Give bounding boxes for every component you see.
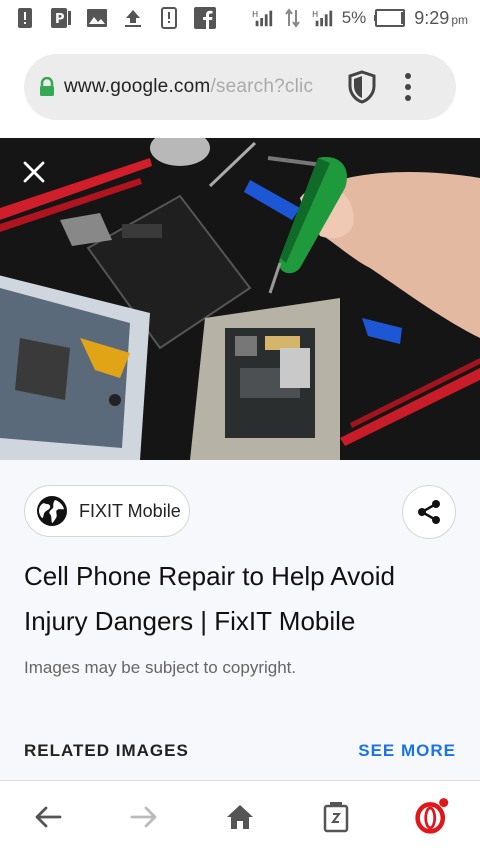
- result-title-line-2: Injury Dangers | FixIT Mobile: [24, 606, 356, 636]
- url-path: /search?clic: [210, 76, 314, 97]
- image-details-card: FIXIT Mobile Cell Phone Repair to Help A…: [0, 460, 480, 780]
- url-domain: www.google.com: [64, 76, 211, 97]
- clock-time: 9:29: [414, 7, 450, 28]
- see-more-link[interactable]: SEE MORE: [358, 741, 456, 761]
- alert-icon: [14, 7, 36, 29]
- source-chip[interactable]: FIXIT Mobile: [24, 485, 190, 537]
- upload-icon: [122, 7, 144, 29]
- tabs-icon[interactable]: [318, 799, 354, 835]
- globe-icon: [37, 496, 67, 526]
- svg-text:P: P: [55, 12, 65, 27]
- phone-alert-icon: [158, 7, 180, 29]
- share-button[interactable]: [402, 485, 456, 539]
- signal-h-icon: H: [252, 7, 274, 29]
- repair-photo: [0, 138, 480, 460]
- bottom-navigation: [0, 781, 480, 854]
- back-icon[interactable]: [30, 799, 66, 835]
- close-icon[interactable]: [22, 160, 46, 184]
- clock-suffix: pm: [451, 12, 468, 27]
- clock: 9:29 pm: [414, 8, 468, 29]
- related-images-heading: RELATED IMAGES: [24, 741, 189, 760]
- data-arrows-icon: [282, 7, 304, 29]
- share-icon: [418, 500, 440, 524]
- lock-icon: [40, 77, 54, 96]
- image-icon: [86, 7, 108, 29]
- facebook-icon: [194, 7, 216, 29]
- source-label: FIXIT Mobile: [79, 500, 181, 521]
- forward-icon[interactable]: [126, 799, 162, 835]
- copyright-note: Images may be subject to copyright.: [24, 658, 297, 677]
- address-bar[interactable]: www.google.com/search?clic: [24, 54, 456, 120]
- more-vert-icon[interactable]: [404, 73, 412, 101]
- signal-h-icon: H: [312, 7, 334, 29]
- status-bar: P H H 5% 9:29 pm: [0, 0, 480, 36]
- parking-icon: P: [50, 7, 72, 29]
- url-text[interactable]: www.google.com/search?clic: [64, 76, 332, 98]
- result-title[interactable]: Cell Phone Repair to Help Avoid Injury D…: [24, 554, 454, 644]
- hero-image: [0, 138, 480, 460]
- svg-text:H: H: [312, 9, 318, 19]
- opera-icon[interactable]: [414, 798, 450, 835]
- shield-icon[interactable]: [346, 70, 378, 104]
- battery-percent: 5%: [341, 8, 367, 27]
- home-icon[interactable]: [222, 799, 258, 835]
- battery-icon: [374, 9, 406, 27]
- result-title-line-1: Cell Phone Repair to Help Avoid: [24, 561, 395, 591]
- svg-text:H: H: [252, 9, 258, 19]
